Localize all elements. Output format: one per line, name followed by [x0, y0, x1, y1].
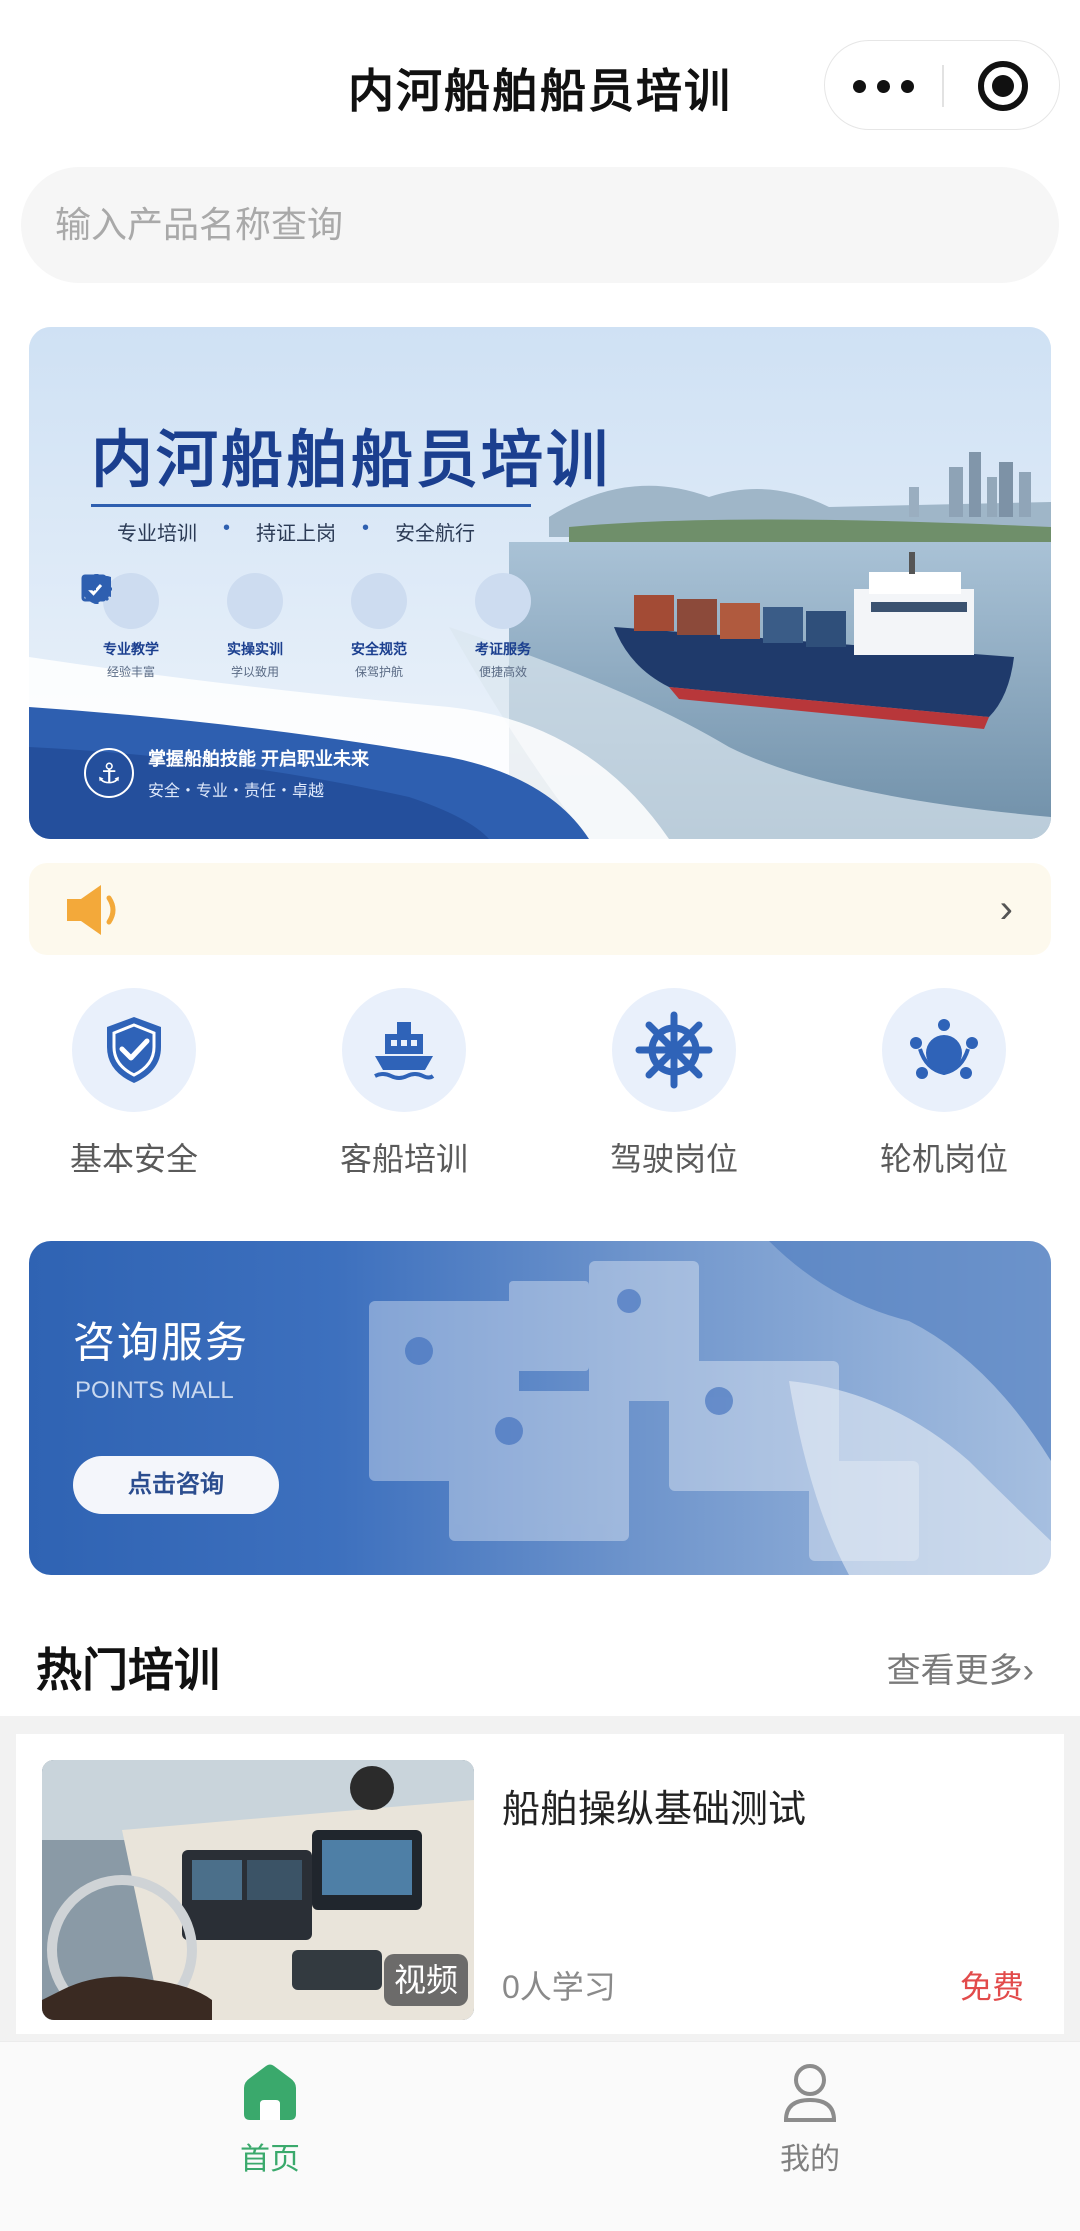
category-label: 基本安全 — [69, 1141, 198, 1177]
search-input[interactable] — [55, 167, 1005, 283]
consult-button[interactable]: 点击咨询 — [73, 1456, 279, 1514]
hero-feature-sub: 经验丰富 — [106, 665, 155, 679]
speaker-icon — [63, 881, 133, 939]
consult-title: 咨询服务 — [73, 1319, 250, 1366]
view-more-link[interactable]: 查看更多› — [887, 1643, 1034, 1692]
section-title: 热门培训 — [36, 1644, 220, 1696]
tab-label: 我的 — [780, 2143, 840, 2176]
hero-tag: 安全航行 — [395, 523, 476, 545]
engine-crew-icon — [882, 988, 1006, 1112]
nav-bar: 内河船舶船员培训 — [0, 0, 1080, 160]
hero-feature-name: 专业教学 — [103, 641, 159, 657]
more-options-icon[interactable] — [849, 63, 919, 109]
capsule-divider — [942, 65, 944, 107]
category-navigation[interactable]: 驾驶岗位 — [584, 988, 764, 1180]
tab-home[interactable]: 首页 — [170, 2060, 370, 2178]
hero-tag: 专业培训 — [117, 523, 197, 545]
ship-wheel-icon — [82, 573, 283, 629]
tab-bar: 首页 我的 — [0, 2041, 1080, 2231]
course-card[interactable]: 视频 船舶操纵基础测试 0人学习 免费 — [16, 1734, 1064, 2034]
ship-icon — [342, 988, 466, 1112]
video-badge: 视频 — [383, 1954, 468, 2006]
hero-feature-name: 考证服务 — [475, 641, 531, 657]
category-label: 驾驶岗位 — [609, 1141, 738, 1177]
view-more-label: 查看更多 — [886, 1652, 1023, 1690]
shield-check-icon — [82, 573, 407, 629]
hero-tag: 持证上岗 — [256, 523, 337, 545]
hero-banner[interactable]: 内河船舶船员培训 专业培训 • 持证上岗 • 安全航行 专业教学 经验丰富 实操… — [29, 327, 1051, 839]
category-basic-safety[interactable]: 基本安全 — [44, 988, 224, 1180]
hero-feature: 实操实训 学以致用 — [82, 573, 305, 680]
chevron-right-icon: › — [1022, 1652, 1034, 1690]
home-icon — [238, 2060, 302, 2124]
category-passenger-ship[interactable]: 客船培训 — [314, 988, 494, 1180]
miniprogram-capsule — [824, 40, 1060, 130]
category-label: 客船培训 — [339, 1141, 468, 1177]
anchor-icon: ⚓ — [84, 748, 134, 798]
hero-feature-sub: 便捷高效 — [478, 665, 527, 679]
hero-feature: 考证服务 便捷高效 — [81, 573, 553, 680]
hero-feature: 安全规范 保驾护航 — [82, 573, 429, 680]
search-bar[interactable] — [21, 167, 1059, 283]
tab-me[interactable]: 我的 — [710, 2060, 910, 2178]
course-thumbnail: 视频 — [42, 1760, 474, 2020]
consult-banner[interactable]: 咨询服务 POINTS MALL 点击咨询 — [29, 1241, 1051, 1575]
consult-subtitle: POINTS MALL — [75, 1377, 234, 1404]
person-icon — [778, 2060, 842, 2124]
ship-wheel-icon — [612, 988, 736, 1112]
hero-feature-sub: 学以致用 — [230, 665, 279, 679]
slogan-sub: 安全・专业・责任・卓越 — [148, 783, 325, 800]
shield-check-icon — [72, 988, 196, 1112]
chevron-right-icon[interactable]: › — [1000, 887, 1013, 931]
hero-feature-sub: 保驾护航 — [354, 665, 403, 679]
notice-bar[interactable]: › — [29, 863, 1051, 955]
consult-illustration — [369, 1241, 1051, 1575]
category-label: 轮机岗位 — [879, 1141, 1008, 1177]
bullet-icon: • — [362, 517, 370, 539]
course-learners: 0人学习 — [502, 1969, 616, 2005]
course-price: 免费 — [959, 1969, 1024, 2005]
hero-slogan: ⚓ 掌握船舶技能 开启职业未来 安全・专业・责任・卓越 — [84, 745, 369, 801]
category-engine[interactable]: 轮机岗位 — [854, 988, 1034, 1180]
close-miniprogram-icon[interactable] — [978, 61, 1028, 111]
tab-label: 首页 — [240, 2143, 300, 2176]
hero-feature-name: 实操实训 — [227, 641, 283, 657]
hero-tags: 专业培训 • 持证上岗 • 安全航行 — [117, 517, 475, 546]
category-grid: 基本安全 客船培训 驾驶岗位 轮机岗位 — [0, 988, 1080, 1178]
certificate-icon — [81, 573, 531, 629]
bullet-icon: • — [223, 517, 231, 539]
course-title: 船舶操纵基础测试 — [502, 1789, 807, 1831]
hero-features: 专业教学 经验丰富 实操实训 学以致用 安全规范 保驾护航 考证服务 便捷高效 — [81, 573, 553, 680]
hero-title: 内河船舶船员培训 — [91, 426, 612, 495]
hero-divider — [91, 504, 531, 507]
slogan-main: 掌握船舶技能 开启职业未来 — [148, 749, 369, 769]
hero-feature-name: 安全规范 — [351, 641, 407, 657]
